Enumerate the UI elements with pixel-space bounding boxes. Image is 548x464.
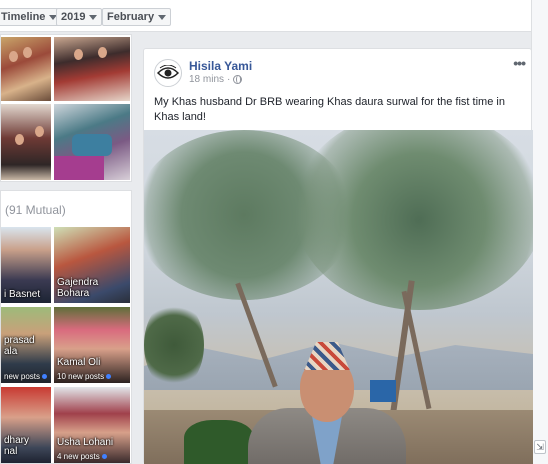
globe-icon[interactable] (233, 75, 243, 84)
post-timestamp[interactable]: 18 mins (189, 74, 224, 85)
feed-post: Hisila Yami 18 mins · ••• My Khas husban… (143, 48, 533, 464)
avatar[interactable] (154, 59, 182, 87)
photo-thumbnail[interactable] (1, 104, 51, 180)
tree-foliage (144, 300, 204, 390)
friend-name[interactable]: prasad ala (4, 335, 35, 357)
friend-name[interactable]: Kamal Oli (57, 357, 100, 368)
friend-tile[interactable]: dhary nal (1, 387, 51, 463)
shrub (184, 420, 254, 464)
timeline-dropdown[interactable]: Timeline (0, 8, 63, 26)
expand-icon[interactable]: ⇲ (534, 440, 546, 454)
post-caption: My Khas husband Dr BRB wearing Khas daur… (154, 96, 505, 123)
new-posts-count: 4 new posts (57, 452, 100, 461)
photos-card (0, 34, 132, 182)
new-posts-dot-icon (106, 374, 112, 379)
more-options-button[interactable]: ••• (513, 55, 526, 71)
blue-structure (370, 380, 396, 402)
new-posts-count: new posts (4, 372, 41, 381)
friend-name[interactable]: Usha Lohani (57, 437, 113, 448)
eye-icon (157, 65, 179, 79)
new-posts-indicator: 10 new posts (57, 372, 112, 381)
new-posts-dot-icon (101, 454, 107, 459)
year-dropdown[interactable]: 2019 (56, 8, 103, 26)
photo-thumbnail[interactable] (1, 37, 51, 101)
friends-card: (91 Mutual) i Basnet Gajendra Bohara pra… (0, 190, 132, 464)
chevron-down-icon (89, 14, 98, 20)
photo-thumbnail[interactable] (54, 104, 130, 180)
post-meta: 18 mins · (189, 74, 243, 85)
post-photo[interactable] (144, 130, 533, 464)
new-posts-dot-icon (42, 374, 48, 379)
photo-thumbnail[interactable] (54, 37, 130, 101)
month-dropdown-label: February (107, 11, 155, 23)
new-posts-count: 10 new posts (57, 372, 105, 381)
friend-tile[interactable]: Usha Lohani 4 new posts (54, 387, 130, 463)
new-posts-indicator: 4 new posts (57, 452, 107, 461)
friend-name[interactable]: i Basnet (4, 289, 40, 300)
mutual-friends-count[interactable]: (91 Mutual) (5, 203, 66, 217)
separator: · (227, 74, 231, 85)
friend-tile[interactable]: Gajendra Bohara (54, 227, 130, 303)
friend-tile[interactable]: i Basnet (1, 227, 51, 303)
timeline-filter-bar: Timeline 2019 February (0, 0, 531, 32)
right-scrollbar[interactable]: ⇲ (531, 0, 548, 464)
friend-tile[interactable]: Kamal Oli 10 new posts (54, 307, 130, 383)
year-dropdown-label: 2019 (61, 11, 86, 23)
friend-name[interactable]: Gajendra Bohara (57, 277, 98, 299)
friend-name[interactable]: dhary nal (4, 435, 29, 457)
new-posts-indicator: new posts (4, 372, 48, 381)
friend-tile[interactable]: prasad ala new posts (1, 307, 51, 383)
timeline-dropdown-label: Timeline (1, 11, 46, 23)
month-dropdown[interactable]: February (102, 8, 172, 26)
chevron-down-icon (158, 14, 167, 20)
post-author-name[interactable]: Hisila Yami (189, 59, 252, 73)
